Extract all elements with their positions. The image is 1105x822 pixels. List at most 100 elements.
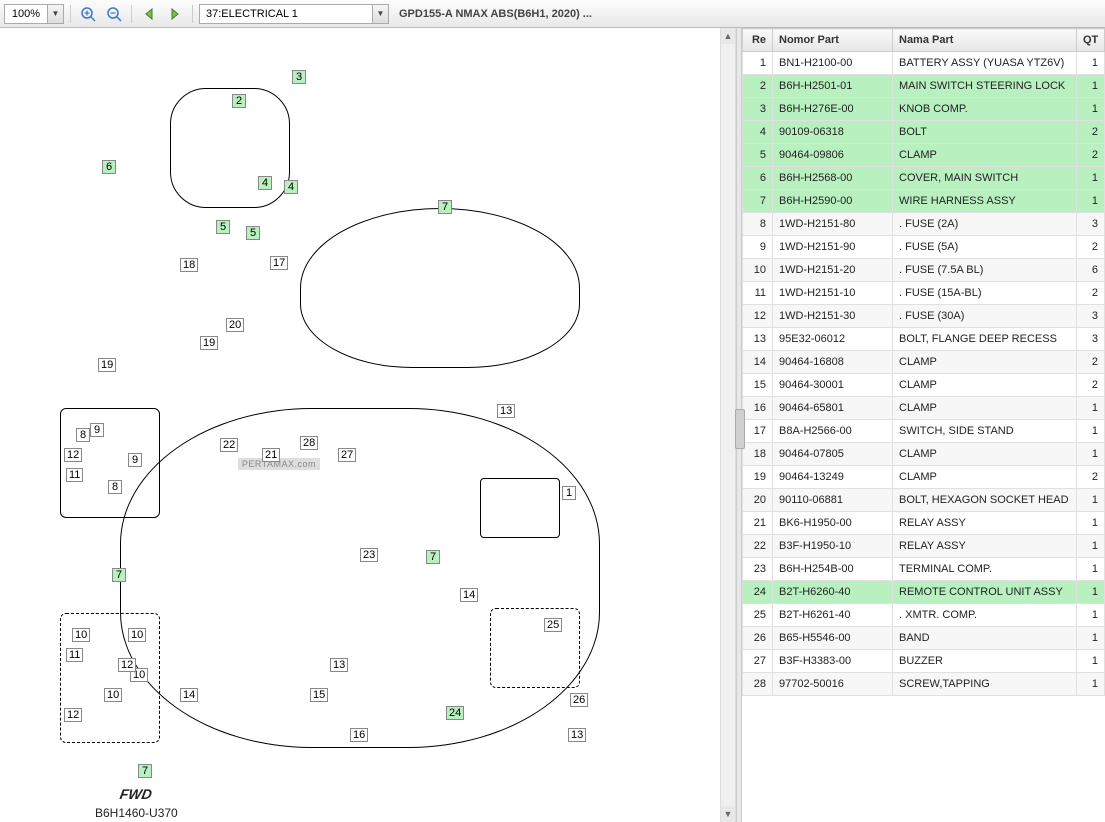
callout[interactable]: 21: [262, 448, 280, 462]
cell-part-name: KNOB COMP.: [893, 98, 1077, 121]
zoom-dropdown-button[interactable]: ▼: [47, 5, 63, 23]
callout-highlighted[interactable]: 3: [292, 70, 306, 84]
table-row[interactable]: 490109-06318BOLT2: [743, 121, 1105, 144]
callout[interactable]: 12: [64, 708, 82, 722]
table-row[interactable]: 101WD-H2151-20. FUSE (7.5A BL)6: [743, 259, 1105, 282]
callout[interactable]: 9: [90, 423, 104, 437]
table-row[interactable]: 1395E32-06012BOLT, FLANGE DEEP RECESS3: [743, 328, 1105, 351]
callout[interactable]: 19: [98, 358, 116, 372]
pane-splitter[interactable]: [736, 28, 742, 822]
callout-highlighted[interactable]: 2: [232, 94, 246, 108]
callout[interactable]: 15: [310, 688, 328, 702]
table-row[interactable]: 23B6H-H254B-00TERMINAL COMP.1: [743, 558, 1105, 581]
section-select[interactable]: 37:ELECTRICAL 1 ▼: [199, 4, 389, 24]
callout[interactable]: 8: [76, 428, 90, 442]
scroll-down-button[interactable]: ▼: [721, 806, 735, 822]
zoom-out-button[interactable]: [103, 3, 125, 25]
table-row[interactable]: 111WD-H2151-10. FUSE (15A-BL)2: [743, 282, 1105, 305]
callout-highlighted[interactable]: 5: [246, 226, 260, 240]
col-header-ref[interactable]: Re: [743, 29, 773, 52]
cell-part-name: . FUSE (30A): [893, 305, 1077, 328]
callout[interactable]: 14: [460, 588, 478, 602]
table-row[interactable]: 3B6H-H276E-00KNOB COMP.1: [743, 98, 1105, 121]
splitter-handle[interactable]: [735, 409, 745, 449]
callout[interactable]: 16: [350, 728, 368, 742]
table-row[interactable]: 2090110-06881BOLT, HEXAGON SOCKET HEAD1: [743, 489, 1105, 512]
table-row[interactable]: 7B6H-H2590-00WIRE HARNESS ASSY1: [743, 190, 1105, 213]
callout[interactable]: 28: [300, 436, 318, 450]
callout-highlighted[interactable]: 4: [284, 180, 298, 194]
callout[interactable]: 19: [200, 336, 218, 350]
table-row[interactable]: 22B3F-H1950-10RELAY ASSY1: [743, 535, 1105, 558]
table-row[interactable]: 21BK6-H1950-00RELAY ASSY1: [743, 512, 1105, 535]
callout[interactable]: 14: [180, 688, 198, 702]
callout[interactable]: 8: [108, 480, 122, 494]
callout-highlighted[interactable]: 7: [138, 764, 152, 778]
callout[interactable]: 13: [568, 728, 586, 742]
callout[interactable]: 20: [226, 318, 244, 332]
section-dropdown-button[interactable]: ▼: [372, 5, 388, 23]
callout-highlighted[interactable]: 7: [112, 568, 126, 582]
callout-highlighted[interactable]: 4: [258, 176, 272, 190]
zoom-in-button[interactable]: [77, 3, 99, 25]
zoom-input[interactable]: [5, 8, 47, 20]
table-row[interactable]: 2897702-50016SCREW,TAPPING1: [743, 673, 1105, 696]
table-row[interactable]: 121WD-H2151-30. FUSE (30A)3: [743, 305, 1105, 328]
table-row[interactable]: 81WD-H2151-80. FUSE (2A)3: [743, 213, 1105, 236]
callout[interactable]: 26: [570, 693, 588, 707]
col-header-name[interactable]: Nama Part: [893, 29, 1077, 52]
col-header-qty[interactable]: QT: [1077, 29, 1105, 52]
callout[interactable]: 9: [128, 453, 142, 467]
callout-highlighted[interactable]: 24: [446, 706, 464, 720]
callout[interactable]: 11: [66, 468, 83, 482]
cell-qty: 1: [1077, 75, 1105, 98]
callout[interactable]: 22: [220, 438, 238, 452]
table-row[interactable]: 2B6H-H2501-01MAIN SWITCH STEERING LOCK1: [743, 75, 1105, 98]
callout[interactable]: 23: [360, 548, 378, 562]
col-header-number[interactable]: Nomor Part: [773, 29, 893, 52]
callout[interactable]: 27: [338, 448, 356, 462]
table-row[interactable]: 91WD-H2151-90. FUSE (5A)2: [743, 236, 1105, 259]
table-row[interactable]: 590464-09806CLAMP2: [743, 144, 1105, 167]
scroll-track[interactable]: [721, 44, 735, 806]
table-row[interactable]: 1890464-07805CLAMP1: [743, 443, 1105, 466]
cell-qty: 1: [1077, 167, 1105, 190]
diagram-scrollbar[interactable]: ▲ ▼: [720, 28, 736, 822]
callout-highlighted[interactable]: 5: [216, 220, 230, 234]
table-row[interactable]: 17B8A-H2566-00SWITCH, SIDE STAND1: [743, 420, 1105, 443]
cell-part-name: RELAY ASSY: [893, 512, 1077, 535]
table-row[interactable]: 1590464-30001CLAMP2: [743, 374, 1105, 397]
scroll-up-button[interactable]: ▲: [721, 28, 735, 44]
callout-highlighted[interactable]: 7: [426, 550, 440, 564]
table-row[interactable]: 1490464-16808CLAMP2: [743, 351, 1105, 374]
callout[interactable]: 25: [544, 618, 562, 632]
table-row[interactable]: 24B2T-H6260-40REMOTE CONTROL UNIT ASSY1: [743, 581, 1105, 604]
table-row[interactable]: 27B3F-H3383-00BUZZER1: [743, 650, 1105, 673]
callout[interactable]: 12: [118, 658, 136, 672]
table-row[interactable]: 1BN1-H2100-00BATTERY ASSY (YUASA YTZ6V)1: [743, 52, 1105, 75]
callout[interactable]: 1: [562, 486, 576, 500]
callout[interactable]: 10: [104, 688, 122, 702]
callout[interactable]: 12: [64, 448, 82, 462]
callout[interactable]: 10: [128, 628, 146, 642]
next-button[interactable]: [164, 3, 186, 25]
callout[interactable]: 13: [330, 658, 348, 672]
callout-highlighted[interactable]: 7: [438, 200, 452, 214]
table-row[interactable]: 1990464-13249CLAMP2: [743, 466, 1105, 489]
prev-button[interactable]: [138, 3, 160, 25]
zoom-combo[interactable]: ▼: [4, 4, 64, 24]
cell-qty: 6: [1077, 259, 1105, 282]
callout[interactable]: 11: [66, 648, 83, 662]
table-row[interactable]: 26B65-H5546-00BAND1: [743, 627, 1105, 650]
cell-ref: 19: [743, 466, 773, 489]
table-row[interactable]: 6B6H-H2568-00COVER, MAIN SWITCH1: [743, 167, 1105, 190]
table-row[interactable]: 25B2T-H6261-40. XMTR. COMP.1: [743, 604, 1105, 627]
callout[interactable]: 17: [270, 256, 288, 270]
cell-part-name: SWITCH, SIDE STAND: [893, 420, 1077, 443]
callout-highlighted[interactable]: 6: [102, 160, 116, 174]
diagram-pane[interactable]: FWD B6H1460-U370 PERTAMAX.com 2344556777…: [0, 28, 720, 822]
callout[interactable]: 18: [180, 258, 198, 272]
table-row[interactable]: 1690464-65801CLAMP1: [743, 397, 1105, 420]
callout[interactable]: 13: [497, 404, 515, 418]
callout[interactable]: 10: [72, 628, 90, 642]
